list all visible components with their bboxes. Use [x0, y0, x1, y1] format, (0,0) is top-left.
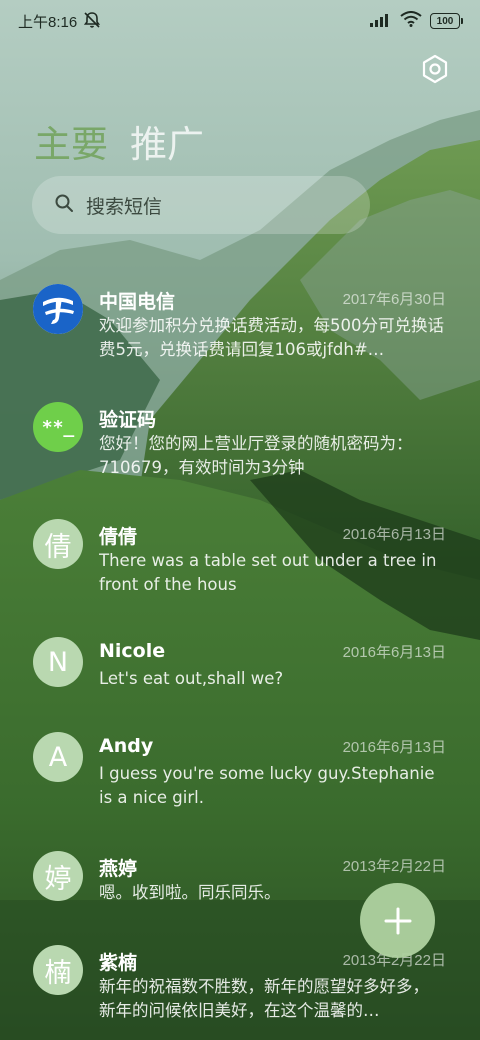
- message-preview: I guess you're some lucky guy.Stephanie …: [99, 764, 435, 807]
- compose-button[interactable]: [360, 883, 435, 958]
- message-date: 2016年6月13日: [342, 739, 446, 756]
- tab-promotions[interactable]: 推广: [130, 114, 204, 168]
- sender-name: Andy: [99, 735, 154, 757]
- message-preview: 您好！您的网上营业厅登录的随机密码为：710679，有效时间为3分钟: [99, 434, 413, 477]
- avatar: 楠: [33, 945, 83, 995]
- wifi-icon: [400, 11, 422, 31]
- message-preview: 欢迎参加积分兑换话费活动，每500分可兑换话费5元，兑换话费请回复106或jfd…: [99, 316, 444, 359]
- status-time: 上午8:16: [18, 14, 78, 31]
- sender-name: 燕婷: [99, 858, 138, 880]
- avatar: 婷: [33, 851, 83, 901]
- sender-name: 中国电信: [99, 291, 176, 313]
- sender-name: Nicole: [99, 640, 166, 662]
- avatar: 倩: [33, 519, 83, 569]
- battery-icon: 100: [430, 13, 463, 29]
- message-date: 2017年6月30日: [342, 291, 446, 308]
- status-bar: 上午8:16 100: [0, 0, 480, 42]
- mute-bell-icon: [82, 10, 102, 34]
- search-input[interactable]: 搜索短信: [32, 176, 370, 234]
- sender-name: 紫楠: [99, 952, 138, 974]
- sender-name: 倩倩: [99, 526, 138, 548]
- message-preview: 新年的祝福数不胜数，新年的愿望好多好多，新年的问候依旧美好，在这个温馨的…: [99, 977, 429, 1020]
- message-date: 2016年6月13日: [342, 644, 446, 661]
- avatar: [33, 284, 83, 334]
- message-preview: Let's eat out,shall we?: [99, 669, 284, 688]
- sender-name: 验证码: [99, 409, 157, 431]
- tab-main[interactable]: 主要: [34, 114, 108, 168]
- message-date: 2016年6月13日: [342, 526, 446, 543]
- signal-icon: [370, 12, 392, 31]
- message-date: 2013年2月22日: [342, 858, 446, 875]
- avatar: N: [33, 637, 83, 687]
- avatar: **_: [33, 402, 83, 452]
- china-telecom-logo-icon: [33, 284, 83, 334]
- message-preview: There was a table set out under a tree i…: [99, 551, 437, 594]
- tab-bar: 主要 推广: [34, 114, 204, 168]
- search-placeholder: 搜索短信: [86, 195, 163, 218]
- avatar: A: [33, 732, 83, 782]
- search-icon: [54, 193, 74, 217]
- plus-icon: [384, 907, 411, 934]
- settings-hexagon-icon[interactable]: [420, 54, 450, 84]
